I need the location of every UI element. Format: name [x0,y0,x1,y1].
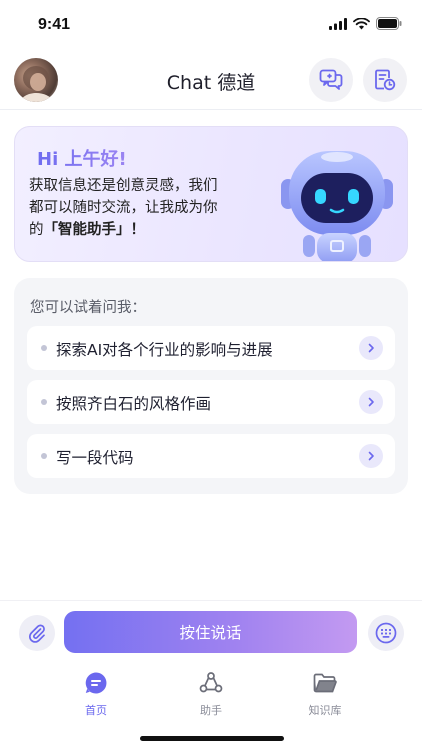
suggestion-item[interactable]: 探索AI对各个行业的影响与进展 [27,326,395,370]
keyboard-toggle-button[interactable] [368,615,404,651]
status-bar: 9:41 [0,0,422,50]
home-indicator [140,736,284,741]
chevron-right-icon[interactable] [359,390,383,414]
keyboard-icon [375,622,397,644]
suggestion-item[interactable]: 按照齐白石的风格作画 [27,380,395,424]
greeting-line-2: 都可以随时交流，让我成为你 [29,200,218,216]
history-button[interactable] [363,58,407,102]
new-chat-button[interactable] [309,58,353,102]
suggestion-item[interactable]: 写一段代码 [27,434,395,478]
greeting-line-1: 获取信息还是创意灵感，我们 [29,178,218,194]
assistant-nodes-icon [199,672,223,693]
wifi-icon [353,17,370,29]
greeting-card: Hi 上午好! 获取信息还是创意灵感，我们 都可以随时交流，让我成为你 的「智能… [14,126,408,262]
history-document-icon [375,69,396,91]
status-icons [329,17,402,30]
suggestion-label: 写一段代码 [56,449,134,467]
status-time: 9:41 [38,16,71,33]
tab-label: 知识库 [308,704,342,717]
tab-label: 助手 [200,704,222,717]
input-bar: 按住说话 [0,600,422,664]
chat-bubbles-icon [319,69,343,90]
greeting-line-3-prefix: 的 [29,222,44,238]
app-header: Chat 德道 [0,54,422,110]
greeting-text: 获取信息还是创意灵感，我们 都可以随时交流，让我成为你 的「智能助手」！ [29,175,261,241]
bullet-dot [41,453,47,459]
robot-mascot-icon [281,151,393,261]
chevron-right-icon[interactable] [359,444,383,468]
greeting-title: Hi 上午好! [37,145,127,171]
battery-icon [376,17,402,30]
bullet-dot [41,399,47,405]
chevron-right-icon[interactable] [359,336,383,360]
tab-assistant[interactable]: 助手 [176,670,246,718]
paperclip-icon [29,624,45,643]
suggestions-card: 您可以试着问我： 探索AI对各个行业的影响与进展 按照齐白石的风格作画 写一段代… [14,278,408,494]
suggestion-label: 探索AI对各个行业的影响与进展 [56,341,273,359]
suggestions-heading: 您可以试着问我： [30,300,146,316]
tab-bar: 首页 助手 知识库 [0,664,422,724]
folder-icon [313,673,337,693]
hold-to-talk-button[interactable]: 按住说话 [64,611,357,653]
greeting-line-3: 的「智能助手」！ [29,219,261,241]
attach-button[interactable] [19,615,55,651]
tab-label: 首页 [85,704,107,717]
suggestion-label: 按照齐白石的风格作画 [56,395,212,413]
page-title: Chat 德道 [166,72,256,94]
home-chat-icon [85,672,107,694]
tab-knowledge-base[interactable]: 知识库 [290,670,360,718]
greeting-highlight: 「智能助手」 [43,222,131,238]
tab-home[interactable]: 首页 [61,670,131,718]
greeting-line-3-suffix: ！ [130,222,146,238]
bullet-dot [41,345,47,351]
signal-icon [329,17,347,30]
